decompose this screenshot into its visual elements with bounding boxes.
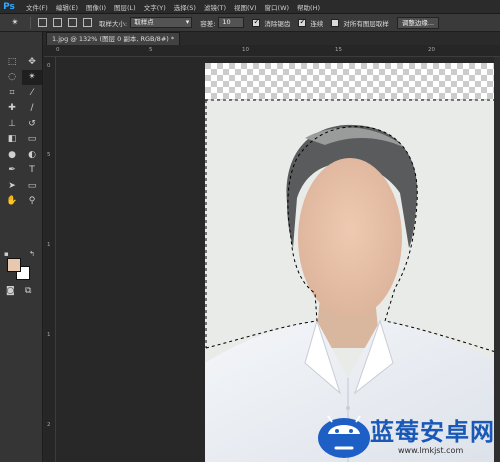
- sample-size-label: 取样大小:: [99, 19, 128, 28]
- menu-select[interactable]: 选择(S): [174, 2, 196, 12]
- menu-filter[interactable]: 滤镜(T): [204, 2, 226, 12]
- pen-icon[interactable]: ✒: [2, 163, 22, 179]
- menu-help[interactable]: 帮助(H): [297, 2, 320, 12]
- ruler-tick: 0: [47, 63, 51, 69]
- tolerance-label: 容差:: [200, 19, 216, 28]
- add-to-selection-icon[interactable]: [53, 18, 62, 27]
- transparent-area: [205, 63, 500, 101]
- antialias-checkbox[interactable]: [252, 17, 261, 27]
- ruler-tick: 20: [428, 47, 435, 53]
- antialias-label: 消除锯齿: [264, 19, 291, 28]
- shape-icon[interactable]: ▭: [22, 178, 42, 194]
- ruler-tick: 5: [47, 152, 51, 158]
- document-tab[interactable]: 1.jpg @ 132% (图层 0 副本, RGB/8#) *: [46, 32, 181, 45]
- crop-icon[interactable]: ⌗: [2, 85, 22, 101]
- ruler-tick: 15: [335, 47, 342, 53]
- menu-window[interactable]: 窗口(W): [265, 2, 290, 12]
- move-icon[interactable]: ✥: [22, 54, 42, 70]
- brush-icon[interactable]: ∕: [22, 101, 42, 117]
- lasso-icon[interactable]: ◌: [2, 70, 22, 86]
- menu-type[interactable]: 文字(Y): [144, 2, 166, 12]
- divider: [30, 16, 31, 29]
- face: [298, 158, 402, 318]
- menu-image[interactable]: 图像(I): [86, 2, 106, 12]
- eyedropper-icon[interactable]: ⁄: [22, 85, 42, 101]
- dodge-icon[interactable]: ◐: [22, 147, 42, 163]
- vertical-scrollbar[interactable]: [494, 57, 500, 462]
- ruler-tick: 5: [149, 47, 153, 53]
- menu-file[interactable]: 文件(F): [26, 2, 48, 12]
- tool-grid: ⬚ ✥ ◌ ✴ ⌗ ⁄ ✚ ∕ ⊥ ↺ ◧ ▭ ● ◐ ✒ T ➤ ▭ ✋ ⚲: [2, 54, 42, 209]
- magic-wand-icon[interactable]: ✴: [22, 69, 42, 85]
- clone-stamp-icon[interactable]: ⊥: [2, 116, 22, 132]
- ruler-tick: 10: [242, 47, 249, 53]
- portrait-photo: [205, 63, 500, 462]
- swap-colors-icon[interactable]: ↰: [29, 250, 35, 258]
- subtract-selection-icon[interactable]: [68, 18, 77, 27]
- document-tab-bar: 1.jpg @ 132% (图层 0 副本, RGB/8#) *: [44, 32, 500, 45]
- blur-icon[interactable]: ●: [2, 147, 22, 163]
- menu-layer[interactable]: 图层(L): [114, 2, 136, 12]
- sample-all-layers-checkbox[interactable]: [331, 18, 340, 27]
- watermark-logo-icon: [318, 415, 370, 458]
- spot-heal-icon[interactable]: ✚: [2, 101, 22, 117]
- path-select-icon[interactable]: ➤: [2, 178, 22, 194]
- eraser-icon[interactable]: ◧: [2, 132, 22, 148]
- intersect-selection-icon[interactable]: [83, 18, 92, 27]
- sample-all-layers-label: 对所有图层取样: [343, 19, 389, 28]
- watermark-title: 蓝莓安卓网: [370, 418, 495, 446]
- gradient-icon[interactable]: ▭: [22, 132, 42, 148]
- ruler-tick: 0: [56, 47, 60, 53]
- horizontal-ruler: 0 5 10 15 20: [44, 45, 500, 57]
- zoom-icon[interactable]: ⚲: [22, 194, 42, 210]
- hand-icon[interactable]: ✋: [2, 194, 22, 210]
- contiguous-checkbox[interactable]: [298, 17, 307, 27]
- screen-mode-icon[interactable]: ⧉: [25, 286, 31, 296]
- tolerance-input[interactable]: 10: [218, 17, 245, 28]
- menu-bar: Ps 文件(F) 编辑(E) 图像(I) 图层(L) 文字(Y) 选择(S) 滤…: [0, 0, 500, 14]
- sample-size-select[interactable]: 取样点: [130, 17, 193, 28]
- watermark: 蓝莓安卓网 www.lmkjst.com: [316, 404, 498, 462]
- foreground-color-swatch[interactable]: [7, 258, 21, 272]
- type-icon[interactable]: T: [22, 163, 42, 179]
- menu-edit[interactable]: 编辑(E): [56, 2, 78, 12]
- new-selection-icon[interactable]: [38, 18, 47, 27]
- menu-view[interactable]: 视图(V): [234, 2, 257, 12]
- contiguous-label: 连续: [310, 19, 324, 28]
- ruler-tick: 2: [47, 422, 51, 428]
- tools-panel: ⬚ ✥ ◌ ✴ ⌗ ⁄ ✚ ∕ ⊥ ↺ ◧ ▭ ● ◐ ✒ T ➤ ▭ ✋ ⚲ …: [0, 32, 43, 462]
- history-brush-icon[interactable]: ↺: [22, 116, 42, 132]
- photoshop-logo: Ps: [3, 1, 15, 12]
- vertical-ruler: 0 5 1 1 2: [44, 57, 56, 462]
- document-image[interactable]: [205, 63, 500, 462]
- tool-preset-magic-wand-icon[interactable]: ✴: [4, 16, 26, 30]
- ruler-tick: 1: [47, 332, 51, 338]
- default-colors-icon[interactable]: ▪: [4, 250, 9, 258]
- ruler-tick: 1: [47, 242, 51, 248]
- options-bar: ✴ 取样大小: 取样点 容差: 10 消除锯齿 连续 对所有图层取样 调整边缘.…: [0, 14, 500, 32]
- rect-marquee-icon[interactable]: ⬚: [2, 54, 22, 70]
- refine-edge-button[interactable]: 调整边缘...: [396, 16, 440, 29]
- watermark-url: www.lmkjst.com: [398, 446, 464, 455]
- quick-mask-icon[interactable]: ◙: [6, 286, 15, 296]
